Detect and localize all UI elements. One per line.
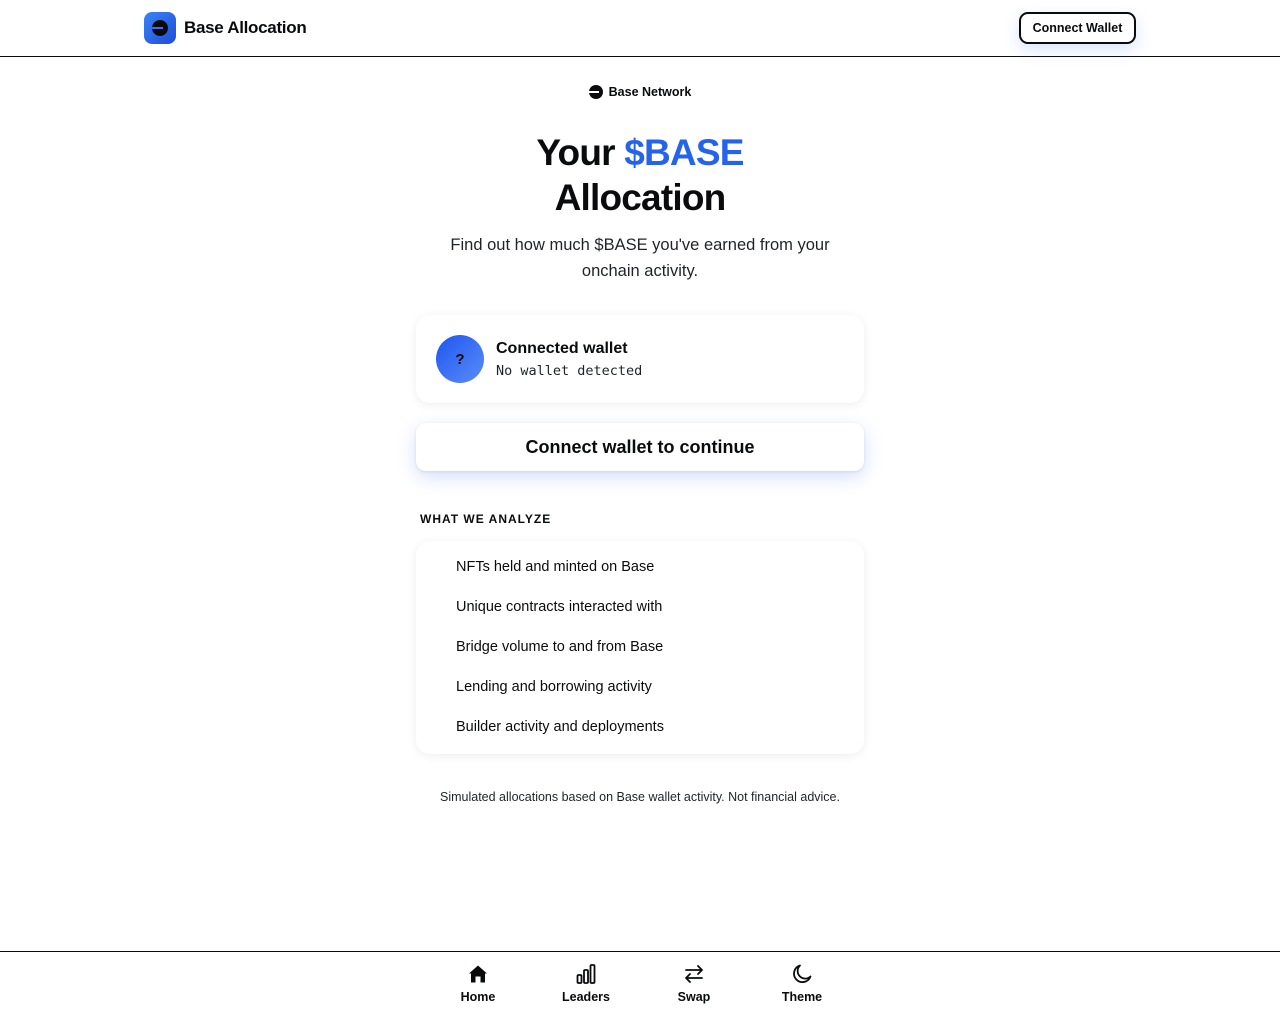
wallet-avatar: ?	[436, 335, 484, 383]
nav-home[interactable]: Home	[438, 962, 518, 1004]
nav-swap[interactable]: Swap	[654, 962, 734, 1004]
connect-wallet-button[interactable]: Connect Wallet	[1019, 12, 1136, 44]
brand-logo-icon	[144, 12, 176, 44]
connect-wallet-continue-button[interactable]: Connect wallet to continue	[416, 423, 864, 471]
nav-home-label: Home	[460, 990, 496, 1004]
nav-leaders-label: Leaders	[562, 990, 610, 1004]
title-accent: $BASE	[624, 132, 744, 173]
wallet-title: Connected wallet	[496, 340, 628, 357]
base-network-icon	[588, 85, 603, 99]
top-bar: Base Allocation Connect Wallet	[0, 0, 1280, 57]
nav-theme[interactable]: Theme	[762, 962, 842, 1004]
list-item: Lending and borrowing activity	[456, 679, 652, 695]
title-prefix: Your	[536, 132, 625, 173]
network-label: Base Network	[608, 85, 692, 99]
analyze-heading: WHAT WE ANALYZE	[420, 512, 552, 526]
wallet-status: No wallet detected	[496, 363, 643, 379]
nav-theme-label: Theme	[781, 990, 823, 1004]
page-subtitle: Find out how much $BASE you've earned fr…	[450, 236, 830, 280]
list-item: Builder activity and deployments	[456, 719, 664, 735]
analyze-list: NFTs held and minted on Base Unique cont…	[416, 541, 864, 754]
bottom-nav: Home Leaders Swap Theme	[0, 951, 1280, 1024]
swap-icon	[685, 965, 703, 983]
bar-chart-icon	[576, 964, 596, 984]
list-item: Bridge volume to and from Base	[456, 639, 664, 655]
wallet-card: ? Connected wallet No wallet detected	[416, 315, 864, 403]
network-badge: Base Network	[0, 85, 1280, 99]
list-item: NFTs held and minted on Base	[456, 559, 655, 575]
brand[interactable]: Base Allocation	[144, 12, 307, 44]
brand-name: Base Allocation	[184, 18, 307, 37]
page-title: Your $BASE Allocation	[0, 130, 1280, 220]
moon-icon	[793, 964, 812, 983]
nav-leaders[interactable]: Leaders	[546, 962, 626, 1004]
nav-swap-label: Swap	[677, 990, 711, 1004]
disclaimer: Simulated allocations based on Base wall…	[440, 790, 840, 804]
title-suffix: Allocation	[554, 177, 727, 218]
list-item: Unique contracts interacted with	[456, 599, 663, 615]
home-icon	[469, 965, 487, 983]
